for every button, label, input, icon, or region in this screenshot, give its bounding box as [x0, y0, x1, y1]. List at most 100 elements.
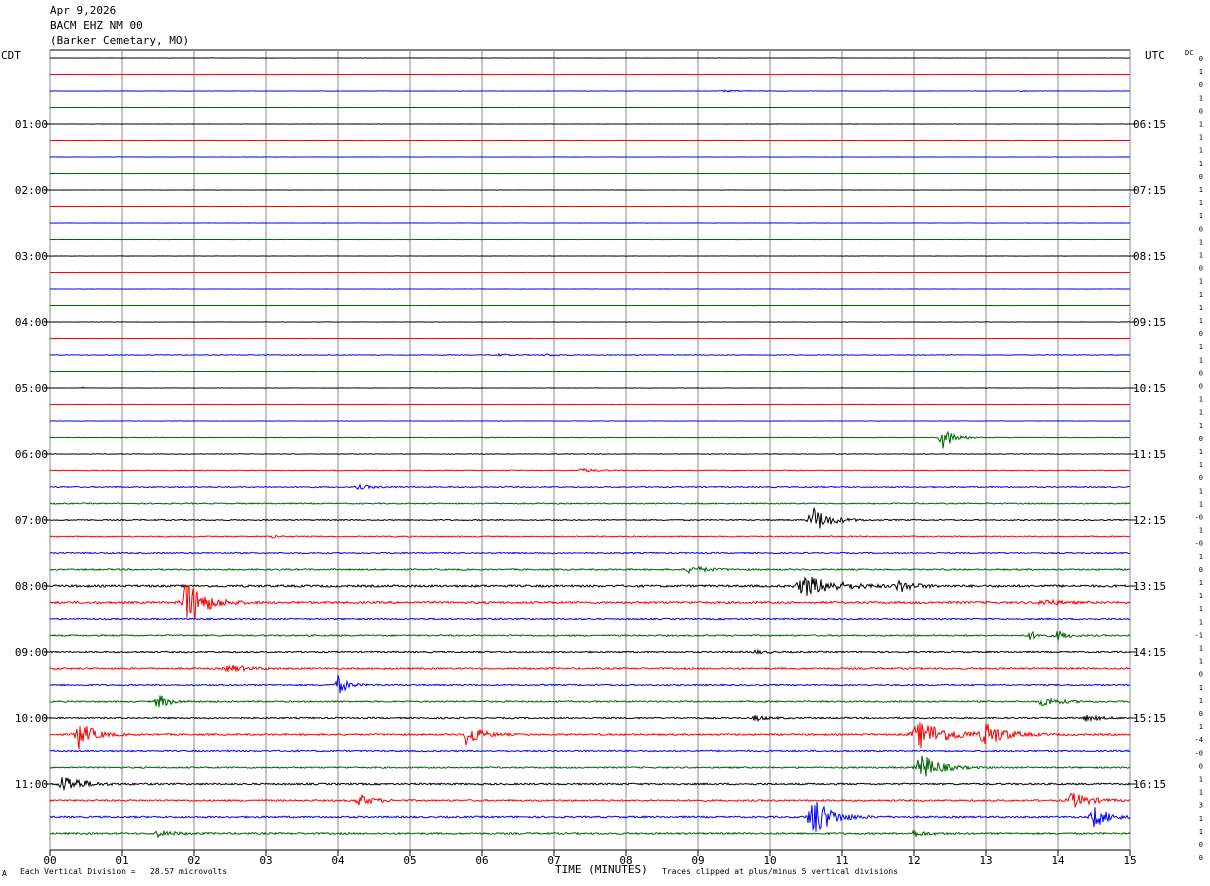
dc-offset-label: 1 [1199, 500, 1203, 508]
left-time-label: 01:00 [15, 118, 48, 131]
x-tick-label: 03 [259, 854, 272, 867]
dc-offset-label: 1 [1199, 317, 1203, 325]
dc-offset-label: 1 [1199, 199, 1203, 207]
dc-offset-label: -1 [1195, 631, 1203, 639]
dc-offset-label: 1 [1199, 121, 1203, 129]
dc-offset-label: -0 [1195, 540, 1203, 548]
right-time-label: 07:15 [1133, 184, 1166, 197]
dc-offset-label: 1 [1199, 776, 1203, 784]
x-tick-label: 13 [979, 854, 992, 867]
dc-header-label: DC [1185, 49, 1194, 57]
left-time-label: 11:00 [15, 778, 48, 791]
x-axis-title: TIME (MINUTES) [555, 863, 648, 876]
dc-offset-label: 1 [1199, 396, 1203, 404]
left-time-label: 05:00 [15, 382, 48, 395]
dc-offset-label: 0 [1199, 710, 1203, 718]
left-time-label: 02:00 [15, 184, 48, 197]
x-tick-label: 04 [331, 854, 345, 867]
dc-offset-label: 1 [1199, 592, 1203, 600]
right-time-label: 12:15 [1133, 514, 1166, 527]
dc-offset-label: 1 [1199, 94, 1203, 102]
x-tick-label: 15 [1123, 854, 1136, 867]
dc-offset-label: 1 [1199, 68, 1203, 76]
x-tick-label: 00 [43, 854, 56, 867]
dc-offset-label: 1 [1199, 238, 1203, 246]
x-tick-label: 02 [187, 854, 200, 867]
x-tick-label: 01 [115, 854, 128, 867]
dc-offset-label: 1 [1199, 252, 1203, 260]
dc-offset-label: 0 [1199, 55, 1203, 63]
x-tick-label: 05 [403, 854, 416, 867]
header-station: BACM EHZ NM 00 [50, 19, 143, 32]
dc-offset-label: 1 [1199, 684, 1203, 692]
right-time-label: 14:15 [1133, 646, 1166, 659]
right-time-label: 15:15 [1133, 712, 1166, 725]
dc-offset-label: 1 [1199, 448, 1203, 456]
left-time-label: 08:00 [15, 580, 48, 593]
dc-offset-label: 0 [1199, 841, 1203, 849]
footer-clip-text: Traces clipped at plus/minus 5 vertical … [662, 867, 899, 876]
dc-offset-label: 1 [1199, 134, 1203, 142]
dc-offset-label: 0 [1199, 435, 1203, 443]
dc-offset-label: -4 [1195, 736, 1203, 744]
right-time-label: 16:15 [1133, 778, 1166, 791]
right-timezone-label: UTC [1145, 49, 1165, 62]
dc-offset-label: 0 [1199, 566, 1203, 574]
dc-offset-label: 1 [1199, 160, 1203, 168]
left-time-label: 04:00 [15, 316, 48, 329]
dc-offset-label: 1 [1199, 658, 1203, 666]
dc-offset-labels: 0 1 0 1 0 1 1 1 1 0 1 1 1 0 1 1 0 1 1 1 1 0 1 1 0 0 1 1 1 0 1 1 0 1 1 -0 1 -0… [1195, 55, 1203, 862]
dc-offset-label: 1 [1199, 304, 1203, 312]
dc-offset-label: 1 [1199, 527, 1203, 535]
left-timezone-label: CDT [1, 49, 21, 62]
dc-offset-label: 1 [1199, 356, 1203, 364]
x-tick-label: 06 [475, 854, 488, 867]
right-time-label: 10:15 [1133, 382, 1166, 395]
left-time-label: 07:00 [15, 514, 48, 527]
right-time-label: 13:15 [1133, 580, 1166, 593]
dc-offset-label: 1 [1199, 605, 1203, 613]
dc-offset-label: 1 [1199, 553, 1203, 561]
header-location: (Barker Cemetary, MO) [50, 34, 190, 47]
dc-offset-label: 1 [1199, 343, 1203, 351]
dc-offset-label: 1 [1199, 487, 1203, 495]
dc-offset-label: 0 [1199, 173, 1203, 181]
dc-offset-label: 3 [1199, 802, 1203, 810]
right-time-label: 08:15 [1133, 250, 1166, 263]
left-time-label: 10:00 [15, 712, 48, 725]
x-tick-label: 14 [1051, 854, 1065, 867]
dc-offset-label: 0 [1199, 265, 1203, 273]
dc-offset-label: 1 [1199, 579, 1203, 587]
x-tick-label: 11 [835, 854, 848, 867]
dc-offset-label: 1 [1199, 409, 1203, 417]
x-tick-label: 12 [907, 854, 920, 867]
helicorder-plot: 00 01 02 03 04 05 06 07 08 09 10 11 12 13 14 15 01:0002… [15, 49, 1203, 867]
dc-offset-label: 0 [1199, 225, 1203, 233]
x-tick-label: 10 [763, 854, 776, 867]
dc-offset-label: 1 [1199, 815, 1203, 823]
dc-offset-label: 1 [1199, 147, 1203, 155]
x-tick-label: 09 [691, 854, 704, 867]
dc-offset-label: 1 [1199, 422, 1203, 430]
right-time-label: 06:15 [1133, 118, 1166, 131]
dc-offset-label: 1 [1199, 789, 1203, 797]
dc-offset-label: 0 [1199, 854, 1203, 862]
dc-offset-label: 1 [1199, 461, 1203, 469]
dc-offset-label: 1 [1199, 828, 1203, 836]
header-date: Apr 9,2026 [50, 4, 117, 17]
left-time-label: 06:00 [15, 448, 48, 461]
dc-offset-label: 0 [1199, 81, 1203, 89]
dc-offset-label: 1 [1199, 618, 1203, 626]
footer-corner-mark: A [2, 869, 7, 878]
dc-offset-label: 1 [1199, 291, 1203, 299]
plot-frame [49, 49, 1131, 851]
dc-offset-label: -0 [1195, 749, 1203, 757]
dc-offset-label: 0 [1199, 762, 1203, 770]
dc-offset-label: 0 [1199, 671, 1203, 679]
dc-offset-label: 1 [1199, 645, 1203, 653]
footer-scale-text: Each Vertical Division = 28.57 microvolt… [20, 867, 228, 876]
right-time-label: 11:15 [1133, 448, 1166, 461]
dc-offset-label: -0 [1195, 514, 1203, 522]
dc-offset-label: 1 [1199, 212, 1203, 220]
dc-offset-label: 0 [1199, 474, 1203, 482]
